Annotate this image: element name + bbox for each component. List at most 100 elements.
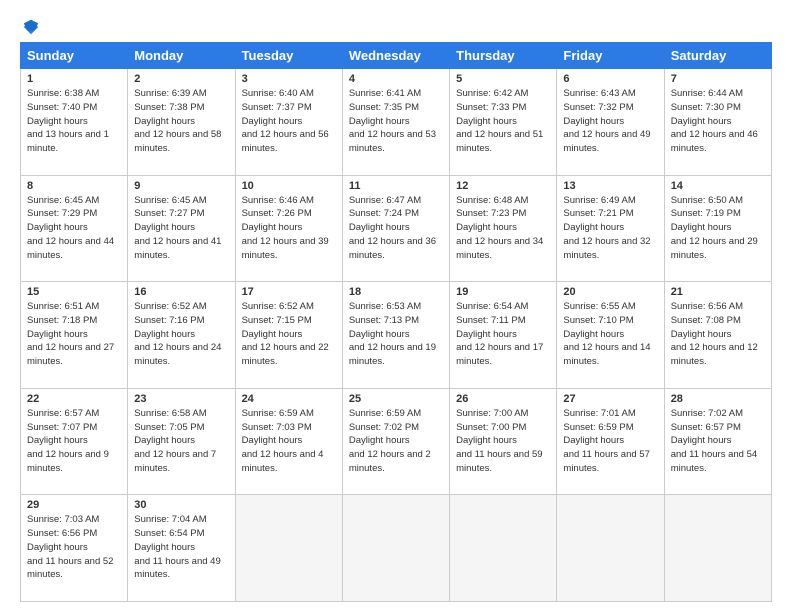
day-info: Sunrise: 7:01 AMSunset: 6:59 PMDaylight … [563, 408, 649, 474]
calendar-day-cell: 17 Sunrise: 6:52 AMSunset: 7:15 PMDaylig… [235, 282, 342, 389]
day-info: Sunrise: 7:04 AMSunset: 6:54 PMDaylight … [134, 514, 220, 580]
header [20, 18, 772, 32]
day-info: Sunrise: 6:40 AMSunset: 7:37 PMDaylight … [242, 88, 329, 154]
calendar-day-cell: 23 Sunrise: 6:58 AMSunset: 7:05 PMDaylig… [128, 388, 235, 495]
day-number: 10 [242, 180, 336, 192]
day-info: Sunrise: 6:55 AMSunset: 7:10 PMDaylight … [563, 301, 650, 367]
day-number: 23 [134, 393, 228, 405]
day-number: 5 [456, 73, 550, 85]
calendar-day-cell: 9 Sunrise: 6:45 AMSunset: 7:27 PMDayligh… [128, 175, 235, 282]
calendar-day-cell: 28 Sunrise: 7:02 AMSunset: 6:57 PMDaylig… [664, 388, 771, 495]
day-number: 21 [671, 286, 765, 298]
calendar-day-cell: 20 Sunrise: 6:55 AMSunset: 7:10 PMDaylig… [557, 282, 664, 389]
day-number: 11 [349, 180, 443, 192]
calendar-day-cell: 11 Sunrise: 6:47 AMSunset: 7:24 PMDaylig… [342, 175, 449, 282]
calendar-day-cell: 10 Sunrise: 6:46 AMSunset: 7:26 PMDaylig… [235, 175, 342, 282]
calendar-day-cell: 18 Sunrise: 6:53 AMSunset: 7:13 PMDaylig… [342, 282, 449, 389]
day-number: 28 [671, 393, 765, 405]
day-info: Sunrise: 6:56 AMSunset: 7:08 PMDaylight … [671, 301, 758, 367]
day-info: Sunrise: 6:43 AMSunset: 7:32 PMDaylight … [563, 88, 650, 154]
day-number: 22 [27, 393, 121, 405]
calendar-day-cell [664, 495, 771, 602]
calendar-week-row: 15 Sunrise: 6:51 AMSunset: 7:18 PMDaylig… [21, 282, 772, 389]
calendar-day-cell: 21 Sunrise: 6:56 AMSunset: 7:08 PMDaylig… [664, 282, 771, 389]
day-info: Sunrise: 6:59 AMSunset: 7:02 PMDaylight … [349, 408, 431, 474]
calendar-day-cell: 25 Sunrise: 6:59 AMSunset: 7:02 PMDaylig… [342, 388, 449, 495]
day-number: 27 [563, 393, 657, 405]
day-info: Sunrise: 6:54 AMSunset: 7:11 PMDaylight … [456, 301, 543, 367]
day-number: 15 [27, 286, 121, 298]
day-of-week-header: Tuesday [235, 43, 342, 69]
day-info: Sunrise: 6:41 AMSunset: 7:35 PMDaylight … [349, 88, 436, 154]
calendar-day-cell: 12 Sunrise: 6:48 AMSunset: 7:23 PMDaylig… [450, 175, 557, 282]
day-number: 17 [242, 286, 336, 298]
calendar-day-cell [450, 495, 557, 602]
day-info: Sunrise: 6:42 AMSunset: 7:33 PMDaylight … [456, 88, 543, 154]
calendar-day-cell [557, 495, 664, 602]
day-info: Sunrise: 6:59 AMSunset: 7:03 PMDaylight … [242, 408, 324, 474]
calendar-day-cell: 1 Sunrise: 6:38 AMSunset: 7:40 PMDayligh… [21, 69, 128, 176]
day-info: Sunrise: 6:58 AMSunset: 7:05 PMDaylight … [134, 408, 216, 474]
day-number: 20 [563, 286, 657, 298]
calendar-day-cell: 30 Sunrise: 7:04 AMSunset: 6:54 PMDaylig… [128, 495, 235, 602]
page: SundayMondayTuesdayWednesdayThursdayFrid… [0, 0, 792, 612]
day-number: 26 [456, 393, 550, 405]
day-number: 1 [27, 73, 121, 85]
calendar-day-cell: 29 Sunrise: 7:03 AMSunset: 6:56 PMDaylig… [21, 495, 128, 602]
calendar-day-cell: 3 Sunrise: 6:40 AMSunset: 7:37 PMDayligh… [235, 69, 342, 176]
day-info: Sunrise: 6:57 AMSunset: 7:07 PMDaylight … [27, 408, 109, 474]
calendar-day-cell: 13 Sunrise: 6:49 AMSunset: 7:21 PMDaylig… [557, 175, 664, 282]
calendar-day-cell: 6 Sunrise: 6:43 AMSunset: 7:32 PMDayligh… [557, 69, 664, 176]
calendar-week-row: 1 Sunrise: 6:38 AMSunset: 7:40 PMDayligh… [21, 69, 772, 176]
calendar-day-cell: 5 Sunrise: 6:42 AMSunset: 7:33 PMDayligh… [450, 69, 557, 176]
day-of-week-header: Monday [128, 43, 235, 69]
day-number: 8 [27, 180, 121, 192]
day-number: 18 [349, 286, 443, 298]
calendar-week-row: 8 Sunrise: 6:45 AMSunset: 7:29 PMDayligh… [21, 175, 772, 282]
calendar-day-cell: 14 Sunrise: 6:50 AMSunset: 7:19 PMDaylig… [664, 175, 771, 282]
calendar-day-cell: 7 Sunrise: 6:44 AMSunset: 7:30 PMDayligh… [664, 69, 771, 176]
logo-icon [22, 18, 40, 36]
day-info: Sunrise: 7:03 AMSunset: 6:56 PMDaylight … [27, 514, 113, 580]
calendar-day-cell [235, 495, 342, 602]
calendar-day-cell: 8 Sunrise: 6:45 AMSunset: 7:29 PMDayligh… [21, 175, 128, 282]
calendar-day-cell: 2 Sunrise: 6:39 AMSunset: 7:38 PMDayligh… [128, 69, 235, 176]
day-number: 24 [242, 393, 336, 405]
day-info: Sunrise: 6:46 AMSunset: 7:26 PMDaylight … [242, 195, 329, 261]
day-number: 16 [134, 286, 228, 298]
day-info: Sunrise: 6:39 AMSunset: 7:38 PMDaylight … [134, 88, 221, 154]
day-of-week-header: Sunday [21, 43, 128, 69]
calendar-day-cell: 26 Sunrise: 7:00 AMSunset: 7:00 PMDaylig… [450, 388, 557, 495]
calendar-week-row: 29 Sunrise: 7:03 AMSunset: 6:56 PMDaylig… [21, 495, 772, 602]
logo [20, 18, 40, 32]
day-info: Sunrise: 6:52 AMSunset: 7:15 PMDaylight … [242, 301, 329, 367]
day-info: Sunrise: 6:51 AMSunset: 7:18 PMDaylight … [27, 301, 114, 367]
day-number: 12 [456, 180, 550, 192]
day-info: Sunrise: 6:38 AMSunset: 7:40 PMDaylight … [27, 88, 109, 154]
day-info: Sunrise: 7:02 AMSunset: 6:57 PMDaylight … [671, 408, 757, 474]
calendar-day-cell: 22 Sunrise: 6:57 AMSunset: 7:07 PMDaylig… [21, 388, 128, 495]
day-info: Sunrise: 6:49 AMSunset: 7:21 PMDaylight … [563, 195, 650, 261]
calendar-table: SundayMondayTuesdayWednesdayThursdayFrid… [20, 42, 772, 602]
day-number: 3 [242, 73, 336, 85]
day-number: 29 [27, 499, 121, 511]
day-number: 4 [349, 73, 443, 85]
day-number: 30 [134, 499, 228, 511]
calendar-day-cell: 24 Sunrise: 6:59 AMSunset: 7:03 PMDaylig… [235, 388, 342, 495]
calendar-day-cell: 16 Sunrise: 6:52 AMSunset: 7:16 PMDaylig… [128, 282, 235, 389]
day-number: 9 [134, 180, 228, 192]
day-number: 2 [134, 73, 228, 85]
day-number: 13 [563, 180, 657, 192]
day-info: Sunrise: 6:47 AMSunset: 7:24 PMDaylight … [349, 195, 436, 261]
day-number: 25 [349, 393, 443, 405]
day-info: Sunrise: 7:00 AMSunset: 7:00 PMDaylight … [456, 408, 542, 474]
day-of-week-header: Wednesday [342, 43, 449, 69]
day-info: Sunrise: 6:48 AMSunset: 7:23 PMDaylight … [456, 195, 543, 261]
day-number: 7 [671, 73, 765, 85]
day-info: Sunrise: 6:45 AMSunset: 7:27 PMDaylight … [134, 195, 221, 261]
day-info: Sunrise: 6:53 AMSunset: 7:13 PMDaylight … [349, 301, 436, 367]
day-info: Sunrise: 6:52 AMSunset: 7:16 PMDaylight … [134, 301, 221, 367]
calendar-day-cell: 15 Sunrise: 6:51 AMSunset: 7:18 PMDaylig… [21, 282, 128, 389]
calendar-day-cell: 19 Sunrise: 6:54 AMSunset: 7:11 PMDaylig… [450, 282, 557, 389]
day-number: 19 [456, 286, 550, 298]
